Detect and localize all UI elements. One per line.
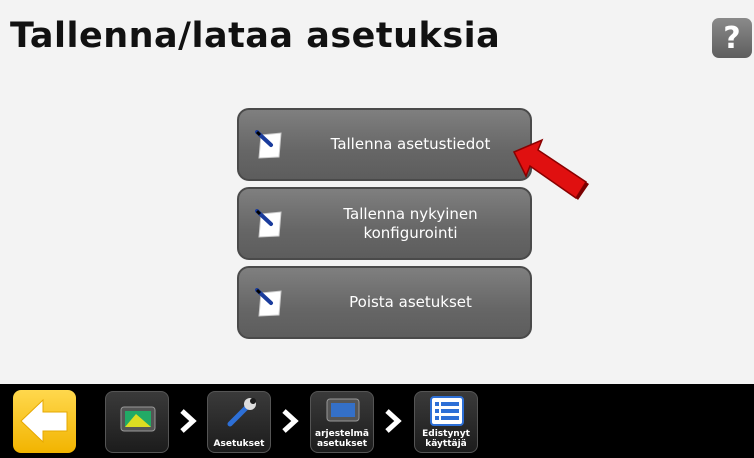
- back-button[interactable]: [13, 390, 76, 453]
- page-title: Tallenna/lataa asetuksia: [10, 16, 501, 56]
- red-pointer-arrow: [512, 138, 589, 200]
- save-current-configuration-button[interactable]: Tallenna nykyinen konfigurointi: [237, 187, 532, 260]
- breadcrumb-label: Edistynyt käyttäjä: [422, 429, 470, 449]
- help-icon: ?: [723, 20, 741, 56]
- breadcrumb-display[interactable]: [105, 391, 169, 453]
- menu-item-label: Poista asetukset: [349, 293, 472, 311]
- bottom-navigation-bar: Asetukset arjestelmä asetukset Edistynyt…: [0, 384, 754, 458]
- monitor-icon: [326, 398, 360, 422]
- help-button[interactable]: ?: [712, 18, 752, 58]
- display-icon: [120, 406, 156, 432]
- list-icon: [430, 396, 464, 426]
- document-pen-icon: [255, 288, 282, 317]
- menu-item-label: Tallenna asetustiedot: [330, 135, 491, 153]
- delete-settings-button[interactable]: Poista asetukset: [237, 266, 532, 339]
- breadcrumb-asetukset[interactable]: Asetukset: [207, 391, 271, 453]
- breadcrumb-label: Asetukset: [213, 439, 265, 449]
- document-pen-icon: [255, 209, 282, 238]
- back-arrow-icon: [20, 398, 68, 444]
- breadcrumb-label: arjestelmä asetukset: [315, 429, 369, 449]
- chevron-right-icon: [385, 409, 402, 433]
- breadcrumb-system-settings[interactable]: arjestelmä asetukset: [310, 391, 374, 453]
- chevron-right-icon: [282, 409, 299, 433]
- menu-item-label: Tallenna nykyinen konfigurointi: [343, 204, 478, 242]
- save-settings-button[interactable]: Tallenna asetustiedot: [237, 108, 532, 181]
- document-pen-icon: [255, 130, 282, 159]
- wrench-icon: [227, 398, 256, 427]
- breadcrumb-advanced-user[interactable]: Edistynyt käyttäjä: [414, 391, 478, 453]
- chevron-right-icon: [180, 409, 197, 433]
